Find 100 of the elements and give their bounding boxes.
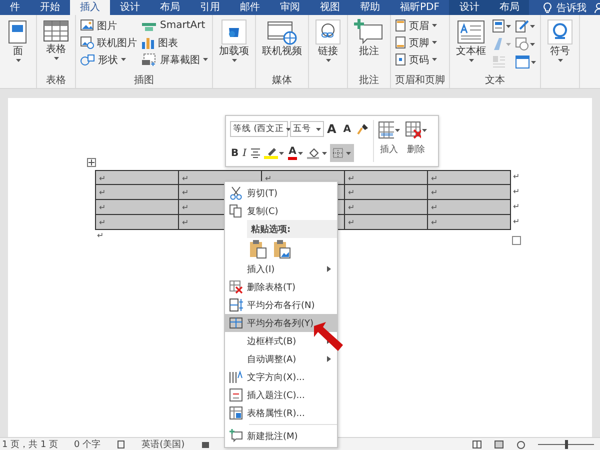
grow-font-button[interactable]: A xyxy=(326,122,340,136)
ribbon-tab[interactable]: 福昕PDF xyxy=(390,0,450,15)
caret-icon xyxy=(278,152,284,154)
table-cell: ↵ xyxy=(428,170,511,185)
menu-item[interactable]: 文字方向(X)... xyxy=(225,368,337,386)
delete-button[interactable]: 删除 xyxy=(407,143,426,156)
macro-icon xyxy=(200,440,210,448)
table-insert-icon xyxy=(378,121,394,139)
ribbon-button[interactable]: 表格 xyxy=(41,18,71,61)
menu-item[interactable]: 新建批注(M) xyxy=(225,427,337,445)
caret-icon xyxy=(395,128,400,132)
ribbon-tab[interactable]: 视图 xyxy=(310,0,350,15)
ribbon-button[interactable]: 页眉 xyxy=(395,18,437,33)
link-icon xyxy=(315,19,341,45)
menu-item[interactable]: 插入(I) xyxy=(225,260,337,278)
icon-button[interactable] xyxy=(492,18,511,34)
move-handle-icon xyxy=(87,158,96,167)
font-color-button[interactable]: A xyxy=(288,146,298,160)
italic-button[interactable]: I xyxy=(242,148,248,158)
icon-button[interactable] xyxy=(515,54,536,70)
table-cell: ↵ xyxy=(428,185,511,200)
table-cell: ↵ xyxy=(345,215,428,230)
language[interactable]: 英语(美国) xyxy=(142,438,185,450)
table-cell: ↵ xyxy=(96,215,179,230)
page-number-icon xyxy=(395,53,406,66)
table-cell: ↵ xyxy=(96,200,179,215)
menu-item[interactable]: 自动调整(A) xyxy=(225,350,337,368)
bold-button[interactable]: B xyxy=(230,148,240,158)
wordart-icon xyxy=(492,37,505,51)
ribbon-button[interactable]: 形状 xyxy=(80,52,137,67)
borders-button[interactable] xyxy=(330,144,354,162)
ribbon-button[interactable]: 页码 xyxy=(395,52,437,67)
menu-section-header: 粘贴选项: xyxy=(247,220,337,238)
ribbon-button[interactable]: 屏幕截图 xyxy=(141,52,208,67)
distribute-rows-icon xyxy=(229,298,243,312)
lightbulb-icon xyxy=(543,2,552,14)
ribbon-tab[interactable]: 插入 xyxy=(70,0,110,15)
icon-button[interactable] xyxy=(515,18,536,34)
shrink-font-button[interactable]: A xyxy=(342,124,356,134)
ribbon-button[interactable]: 联机图片 xyxy=(80,35,137,50)
screenshot-icon xyxy=(141,53,157,66)
menu-item[interactable]: 平均分布各列(Y) xyxy=(225,314,337,332)
caret-icon xyxy=(316,128,321,130)
shading-icon xyxy=(307,147,322,159)
video-icon xyxy=(267,19,297,45)
table-cell: ↵ xyxy=(96,185,179,200)
ribbon-tab[interactable]: 布局 xyxy=(489,0,530,15)
ribbon-button[interactable]: 页脚 xyxy=(395,35,437,50)
distribute-columns-icon xyxy=(229,316,243,330)
ribbon-tab[interactable]: 审阅 xyxy=(270,0,310,15)
group-label: 批注 xyxy=(358,74,380,88)
web-layout-icon xyxy=(516,440,526,448)
signature-icon xyxy=(515,19,529,33)
resize-handle[interactable] xyxy=(512,236,521,245)
menu-item[interactable]: 平均分布各行(N) xyxy=(225,296,337,314)
word-count[interactable]: 0 个字 xyxy=(74,438,101,450)
icon-button[interactable] xyxy=(515,36,536,52)
ribbon-tab[interactable]: 设计 xyxy=(449,0,490,15)
ribbon-tab[interactable]: 设计 xyxy=(110,0,150,15)
header-icon xyxy=(395,19,406,32)
ribbon-tab[interactable]: 引用 xyxy=(190,0,230,15)
ribbon-button[interactable]: 文本框 xyxy=(454,18,488,63)
insert-button[interactable]: 插入 xyxy=(380,143,398,156)
ribbon-button[interactable]: 链接 xyxy=(313,18,343,63)
tell-me-field[interactable]: 告诉我 xyxy=(556,0,586,14)
table-cell: ↵ xyxy=(345,185,428,200)
caret-icon xyxy=(286,128,292,130)
ribbon-button[interactable]: 符号 xyxy=(545,18,575,63)
paste-icon xyxy=(249,239,267,259)
ribbon-tab[interactable]: 布局 xyxy=(150,0,190,15)
zoom-thumb[interactable] xyxy=(565,440,568,448)
table-cell: ↵ xyxy=(345,170,428,185)
caption-icon xyxy=(229,388,243,402)
highlighter-icon xyxy=(264,147,278,159)
font-field[interactable]: 等线 (西文正 xyxy=(230,121,288,137)
date-time-icon xyxy=(515,37,529,51)
menu-item[interactable]: 表格属性(R)... xyxy=(225,404,337,422)
ribbon-tab[interactable]: 帮助 xyxy=(350,0,390,15)
row-end-mark: ↵ xyxy=(512,171,521,183)
ribbon-button[interactable]: 图片 xyxy=(80,18,137,33)
font-size-field[interactable]: 五号 xyxy=(290,121,324,137)
ribbon-tab[interactable]: 邮件 xyxy=(230,0,270,15)
ribbon-tab[interactable]: 开始 xyxy=(30,0,70,15)
ribbon-button[interactable]: 加载项 xyxy=(217,18,251,63)
menu-item[interactable]: 删除表格(T) xyxy=(225,278,337,296)
ribbon-button[interactable]: 联机视频 xyxy=(260,18,304,59)
group-label: 页眉和页脚 xyxy=(395,74,445,88)
ribbon-button[interactable]: 图表 xyxy=(141,35,208,50)
proofing-icon xyxy=(116,440,126,448)
copy-icon xyxy=(229,204,243,218)
online-picture-icon xyxy=(80,36,94,49)
new-comment-icon xyxy=(229,429,243,443)
page-count[interactable]: 1 页，共 1 页 xyxy=(2,438,58,450)
ribbon-button[interactable]: SmartArt xyxy=(141,18,208,33)
picture-icon xyxy=(80,19,94,32)
ribbon-button[interactable]: 批注 xyxy=(352,18,386,59)
menu-item[interactable]: 插入题注(C)... xyxy=(225,386,337,404)
ribbon-button[interactable]: 面 xyxy=(4,18,32,63)
paste-picture-icon xyxy=(273,239,291,259)
ribbon-tab[interactable]: 件 xyxy=(0,0,30,15)
